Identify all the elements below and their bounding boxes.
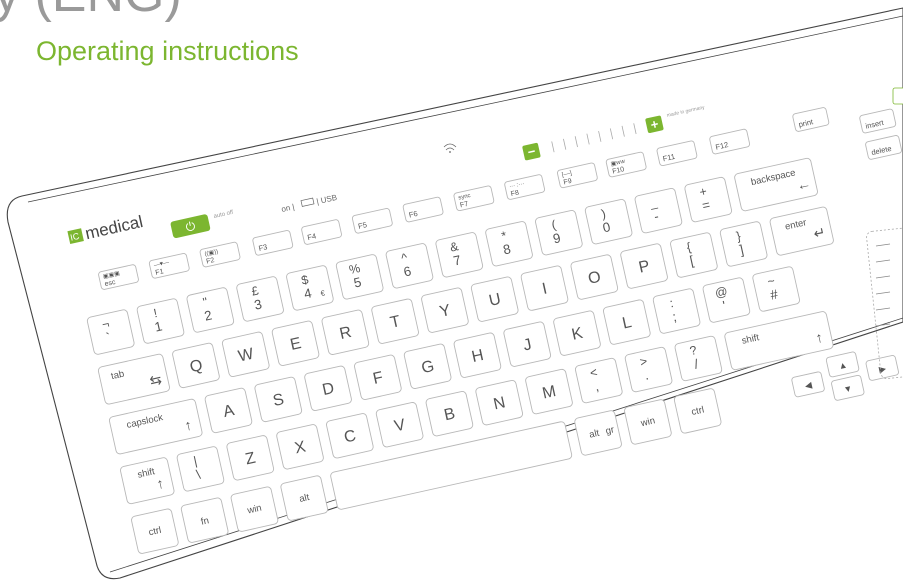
key-slash[interactable]: ?/ (674, 335, 723, 382)
key-arrow-right[interactable]: ▶ (865, 355, 899, 381)
key-minus[interactable]: _- (634, 187, 683, 234)
key-fn[interactable]: fn (180, 497, 229, 543)
key-h[interactable]: H (453, 332, 502, 378)
key-rctrl[interactable]: ctrl (673, 388, 722, 434)
key-a[interactable]: A (204, 387, 253, 434)
key-grave[interactable]: ¬` (86, 309, 135, 355)
key-f[interactable]: F (354, 354, 402, 400)
key-v[interactable]: V (375, 402, 424, 448)
key-period[interactable]: >. (624, 346, 673, 393)
key-semicolon[interactable]: :; (652, 288, 701, 334)
key-rbrace[interactable]: }] (719, 221, 768, 267)
key-i[interactable]: I (520, 265, 569, 311)
key-x[interactable]: X (276, 424, 324, 470)
key-8[interactable]: *8 (485, 221, 533, 267)
key-quote[interactable]: @' (702, 277, 751, 323)
key-s[interactable]: S (254, 376, 303, 423)
key-rwin[interactable]: win (624, 399, 672, 445)
key-1[interactable]: !1 (136, 298, 185, 344)
key-b[interactable]: B (425, 391, 474, 437)
key-e[interactable]: E (271, 320, 320, 366)
key-p[interactable]: P (620, 243, 668, 289)
key-r[interactable]: R (321, 309, 370, 355)
key-arrow-up[interactable]: ▲ (825, 351, 860, 378)
key-4[interactable]: $4 € (286, 265, 334, 311)
key-lctrl[interactable]: ctrl (131, 508, 179, 554)
key-backslash[interactable]: |\ (176, 446, 225, 492)
key-9[interactable]: (9 (535, 210, 583, 256)
key-7[interactable]: &7 (435, 232, 484, 278)
key-2[interactable]: "2 (186, 287, 235, 333)
key-altgr[interactable]: alt gr (574, 410, 622, 456)
key-5[interactable]: %5 (335, 254, 384, 300)
key-c[interactable]: C (326, 413, 374, 459)
key-y[interactable]: Y (421, 287, 469, 333)
key-n[interactable]: N (475, 379, 524, 426)
key-arrow-down[interactable]: ▼ (831, 374, 865, 401)
key-6[interactable]: ^6 (385, 243, 434, 289)
key-alt[interactable]: alt (280, 475, 329, 521)
key-u[interactable]: U (470, 276, 519, 322)
key-lbrace[interactable]: {[ (670, 232, 718, 278)
key-lwin[interactable]: win (230, 486, 279, 532)
key-arrow-left[interactable]: ◀ (791, 371, 825, 398)
key-g[interactable]: G (403, 343, 452, 389)
key-o[interactable]: O (570, 254, 619, 300)
key-0[interactable]: )0 (584, 199, 633, 245)
key-w[interactable]: W (221, 331, 270, 378)
key-z[interactable]: Z (226, 435, 275, 481)
key-q[interactable]: Q (172, 342, 220, 389)
edge-home-key (892, 87, 903, 105)
key-comma[interactable]: <, (574, 357, 623, 404)
key-k[interactable]: K (553, 310, 601, 356)
key-t[interactable]: T (371, 298, 419, 344)
key-j[interactable]: J (503, 321, 552, 367)
key-3[interactable]: £3 (236, 276, 284, 322)
keyboard-illustration: ▣▣▣esc—♥—F1((▣))F2F3F4F5F6syncF7··· :···… (6, 7, 903, 580)
key-equal[interactable]: += (684, 176, 733, 223)
key-d[interactable]: D (304, 365, 352, 412)
key-l[interactable]: L (603, 299, 651, 345)
key-hash[interactable]: ~# (752, 266, 800, 312)
key-m[interactable]: M (525, 368, 573, 415)
